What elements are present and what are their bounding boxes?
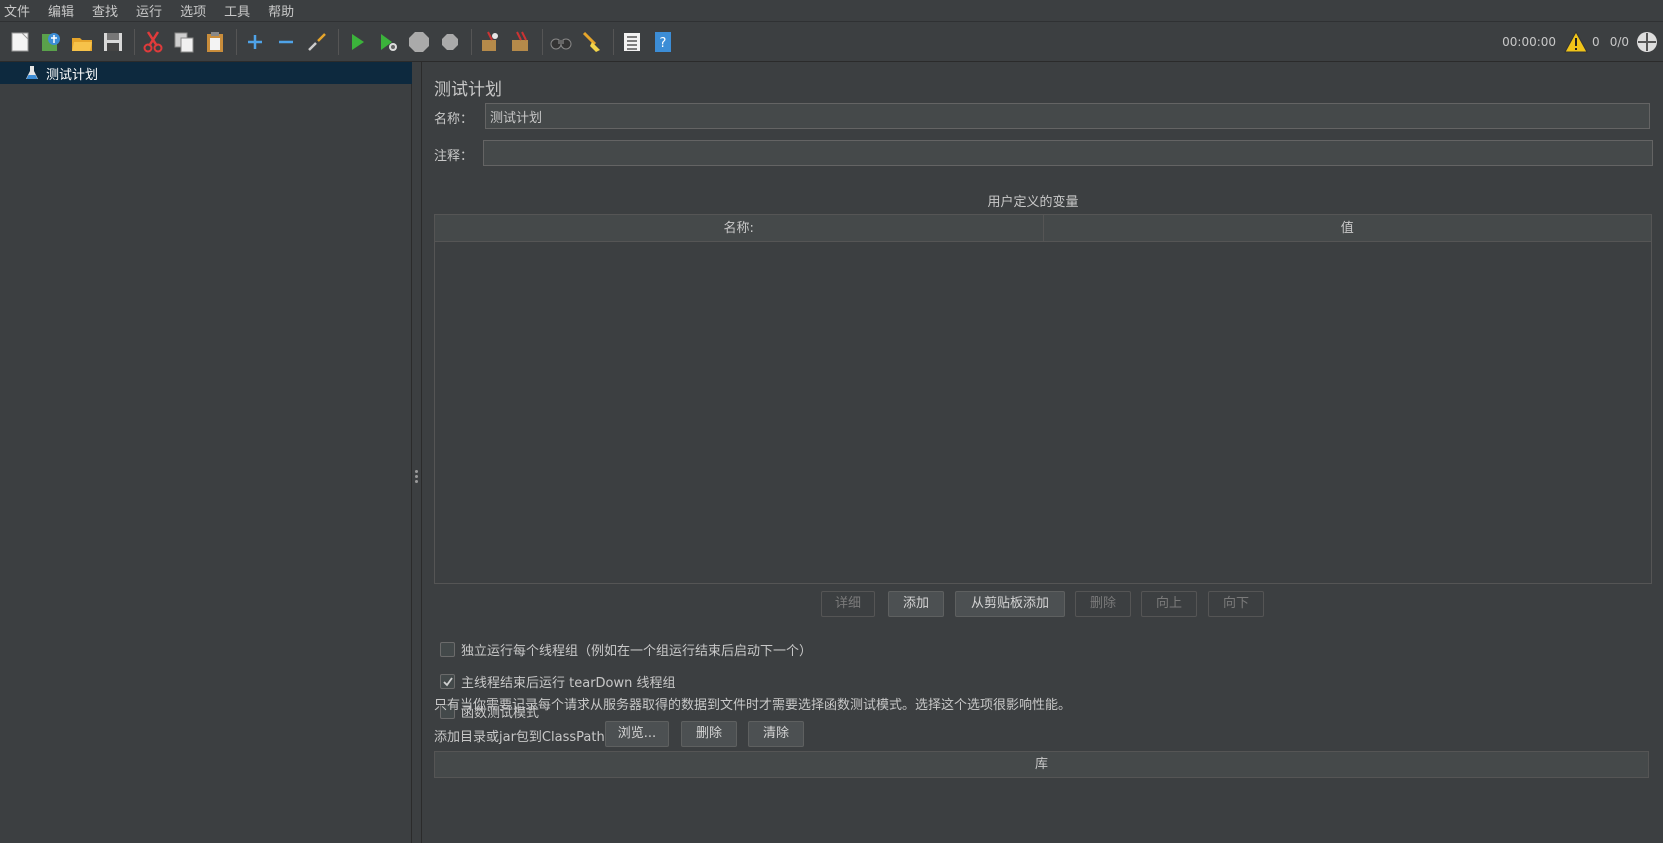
reset-search-icon <box>582 31 600 52</box>
toolbar-separator <box>471 28 472 55</box>
toolbar-separator <box>236 28 237 55</box>
test-plan-panel: 测试计划 名称： 注释： 用户定义的变量 名称: 值 详细 添加 从剪贴板添加 … <box>423 62 1663 843</box>
function-helper-icon <box>624 32 640 51</box>
new-icon <box>11 32 29 51</box>
serialize-option[interactable]: 独立运行每个线程组（例如在一个组运行结束后启动下一个） <box>440 640 812 659</box>
active-threads: 0/0 <box>1609 35 1629 49</box>
start-no-pause-icon <box>381 33 397 51</box>
add-button[interactable]: 添加 <box>888 591 944 617</box>
comment-input[interactable] <box>483 140 1653 166</box>
table-button-row: 详细 添加 从剪贴板添加 删除 向上 向下 <box>423 591 1663 619</box>
toolbar-separator <box>338 28 339 55</box>
menu-help[interactable]: 帮助 <box>268 1 302 20</box>
splitter-grip <box>415 470 419 486</box>
browse-button[interactable]: 浏览... <box>605 721 669 747</box>
serialize-label: 独立运行每个线程组（例如在一个组运行结束后启动下一个） <box>461 644 813 659</box>
toggle-icon <box>308 32 326 51</box>
elapsed-timer: 00:00:00 <box>1502 35 1557 49</box>
save-button[interactable] <box>99 28 127 56</box>
toggle-button[interactable] <box>303 28 331 56</box>
search-icon <box>550 38 572 49</box>
add-from-clipboard-button[interactable]: 从剪贴板添加 <box>955 591 1065 617</box>
tree-node-label: 测试计划 <box>46 67 99 83</box>
user-vars-title: 用户定义的变量 <box>987 195 1079 210</box>
classpath-delete-button[interactable]: 删除 <box>681 721 737 747</box>
start-no-pauses-button[interactable] <box>374 28 402 56</box>
svg-text:?: ? <box>660 36 667 51</box>
copy-button[interactable] <box>170 28 198 56</box>
cut-icon <box>143 30 163 52</box>
expand-all-button[interactable] <box>241 28 269 56</box>
open-icon <box>72 37 92 51</box>
shutdown-icon <box>442 33 458 50</box>
menu-options[interactable]: 选项 <box>180 1 214 20</box>
tree-node-test-plan[interactable]: 测试计划 <box>0 62 412 84</box>
stop-button[interactable] <box>405 28 433 56</box>
start-icon <box>352 33 364 50</box>
templates-icon <box>42 32 60 51</box>
toolbar-separator <box>613 28 614 55</box>
templates-button[interactable] <box>37 28 65 56</box>
reset-search-button[interactable] <box>578 28 606 56</box>
column-name[interactable]: 名称: <box>435 215 1043 241</box>
paste-button[interactable] <box>201 28 229 56</box>
toolbar-status: 00:00:00 0 0/0 <box>1502 22 1659 62</box>
menu-tools[interactable]: 工具 <box>224 1 258 20</box>
warning-icon[interactable] <box>1564 30 1588 54</box>
name-input[interactable] <box>485 103 1650 129</box>
collapse-all-button[interactable] <box>272 28 300 56</box>
new-button[interactable] <box>6 28 34 56</box>
warning-count: 0 <box>1592 35 1600 49</box>
comment-label: 注释： <box>434 149 474 164</box>
panel-splitter[interactable] <box>412 62 422 843</box>
classpath-label: 添加目录或jar包到ClassPath <box>434 730 605 745</box>
menu-file[interactable]: 文件 <box>4 1 38 20</box>
help-icon: ? <box>655 31 671 52</box>
toolbar: ? 00:00:00 0 0/0 <box>0 22 1663 62</box>
move-down-button[interactable]: 向下 <box>1208 591 1264 617</box>
toolbar-separator <box>134 28 135 55</box>
serialize-checkbox[interactable] <box>440 642 455 657</box>
menu-bar: 文件 编辑 查找 运行 选项 工具 帮助 <box>0 0 1663 22</box>
menu-edit[interactable]: 编辑 <box>48 1 82 20</box>
user-vars-table[interactable]: 名称: 值 <box>434 214 1652 584</box>
clear-all-button[interactable] <box>507 28 535 56</box>
column-value[interactable]: 值 <box>1042 215 1652 241</box>
start-button[interactable] <box>343 28 371 56</box>
open-button[interactable] <box>68 28 96 56</box>
move-up-button[interactable]: 向上 <box>1141 591 1197 617</box>
stop-icon <box>409 31 429 52</box>
clear-all-icon <box>512 31 528 51</box>
table-header: 名称: 值 <box>435 215 1651 242</box>
name-label: 名称： <box>434 112 474 127</box>
teardown-checkbox[interactable] <box>440 674 455 689</box>
clear-icon <box>482 31 498 51</box>
functional-mode-note: 只有当你需要记录每个请求从服务器取得的数据到文件时才需要选择函数测试模式。选择这… <box>434 698 1072 713</box>
test-tree: 测试计划 <box>0 62 412 843</box>
collapse-icon <box>279 40 293 43</box>
teardown-option[interactable]: 主线程结束后运行 tearDown 线程组 <box>440 672 676 691</box>
save-icon <box>104 32 122 51</box>
panel-title: 测试计划 <box>434 80 502 100</box>
remote-status-icon <box>1637 32 1657 52</box>
clear-button[interactable] <box>476 28 504 56</box>
delete-button[interactable]: 删除 <box>1075 591 1131 617</box>
detail-button[interactable]: 详细 <box>821 591 875 617</box>
checkmark-icon <box>442 676 453 686</box>
copy-icon <box>174 32 194 52</box>
paste-icon <box>207 31 223 52</box>
toolbar-separator <box>542 28 543 55</box>
flask-icon <box>26 66 38 79</box>
menu-run[interactable]: 运行 <box>136 1 170 20</box>
library-table-header[interactable]: 库 <box>434 751 1649 778</box>
help-button[interactable]: ? <box>649 28 677 56</box>
classpath-clear-button[interactable]: 清除 <box>748 721 804 747</box>
shutdown-button[interactable] <box>436 28 464 56</box>
cut-button[interactable] <box>139 28 167 56</box>
expand-icon <box>248 34 262 49</box>
menu-search[interactable]: 查找 <box>92 1 126 20</box>
function-helper-button[interactable] <box>618 28 646 56</box>
teardown-label: 主线程结束后运行 tearDown 线程组 <box>461 676 676 691</box>
search-button[interactable] <box>547 28 575 56</box>
